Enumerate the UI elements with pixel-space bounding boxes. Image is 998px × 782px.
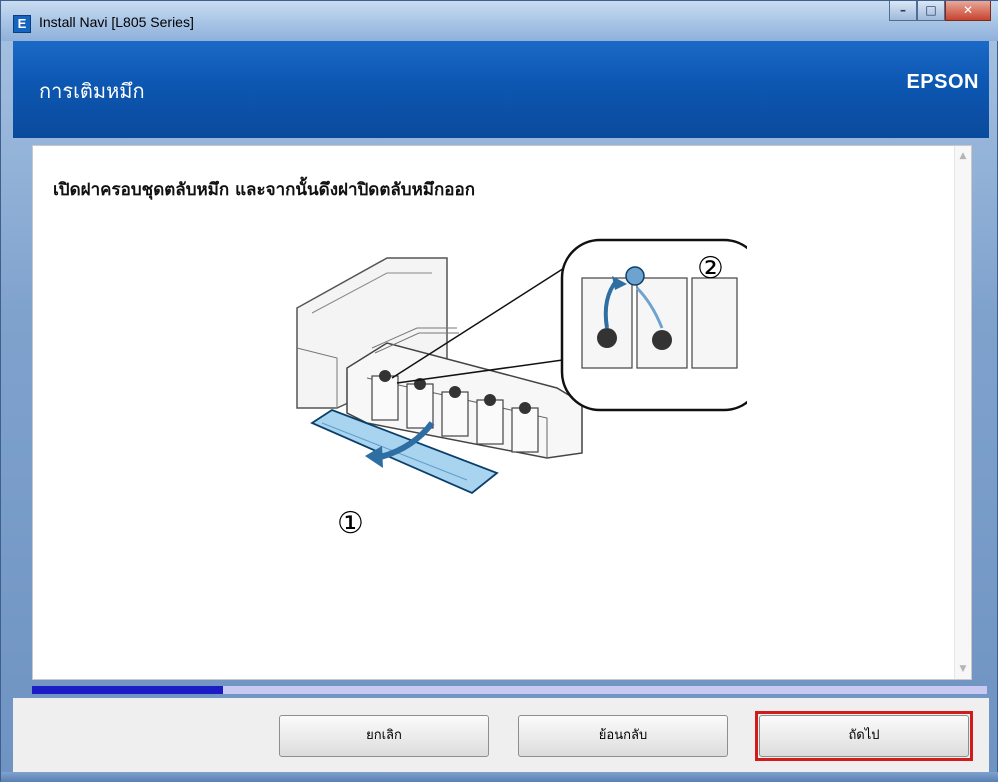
vertical-scrollbar[interactable]: ▲ ▼ (954, 146, 971, 679)
progress-bar (32, 686, 987, 694)
scroll-down-arrow-icon[interactable]: ▼ (955, 661, 971, 677)
app-icon: E (13, 15, 31, 33)
footer-bar: ยกเลิก ย้อนกลับ ถัดไป (13, 698, 989, 772)
minimize-button[interactable]: – (889, 1, 917, 21)
step-1-marker: ① (337, 506, 364, 541)
back-button[interactable]: ย้อนกลับ (518, 715, 728, 757)
cancel-button[interactable]: ยกเลิก (279, 715, 489, 757)
header-band: การเติมหมึก EPSON (13, 41, 989, 138)
maximize-button[interactable]: □ (917, 1, 945, 21)
minimize-icon: – (900, 3, 906, 17)
content-panel: เปิดฝาครอบชุดตลับหมึก และจากนั้นดึงฝาปิด… (32, 145, 972, 680)
close-button[interactable]: ✕ (945, 1, 991, 21)
title-bar[interactable]: E Install Navi [L805 Series] – □ ✕ (1, 1, 998, 41)
page-title: การเติมหมึก (39, 79, 145, 103)
window-title: Install Navi [L805 Series] (39, 14, 194, 30)
maximize-icon: □ (925, 3, 937, 17)
window-controls: – □ ✕ (889, 1, 991, 23)
progress-fill (32, 686, 223, 694)
step-2-marker: ② (697, 251, 724, 286)
brand-logo: EPSON (906, 71, 979, 93)
scroll-up-arrow-icon[interactable]: ▲ (955, 148, 971, 164)
next-button[interactable]: ถัดไป (759, 715, 969, 757)
close-icon: ✕ (962, 3, 974, 17)
ink-tank-illustration: ① ② (296, 238, 747, 541)
installer-window: E Install Navi [L805 Series] – □ ✕ การเต… (0, 0, 998, 782)
instruction-text: เปิดฝาครอบชุดตลับหมึก และจากนั้นดึงฝาปิด… (53, 180, 475, 200)
